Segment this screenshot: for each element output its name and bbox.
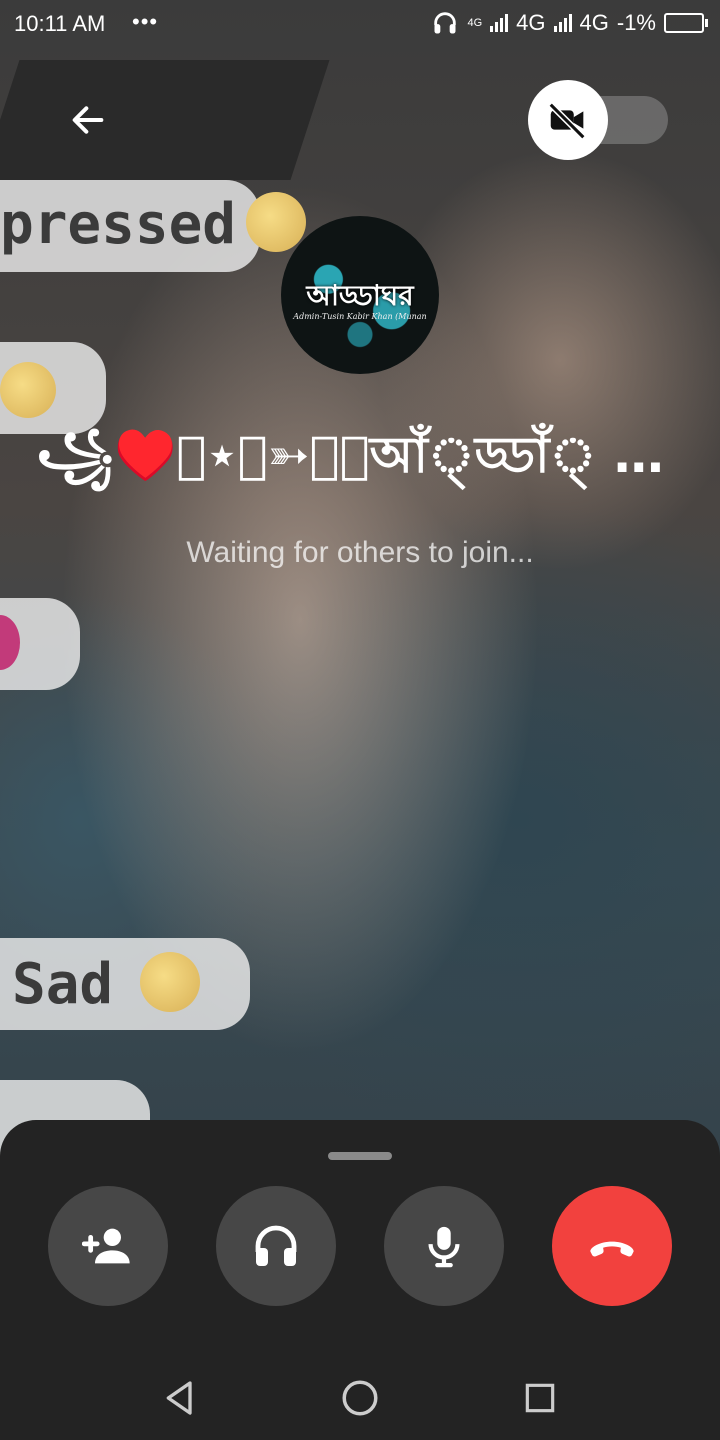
system-navigation-bar	[0, 1348, 720, 1440]
background-bubble-text: pressed	[0, 192, 237, 257]
nav-home-button[interactable]	[330, 1368, 390, 1428]
microphone-button[interactable]	[384, 1186, 504, 1306]
circle-home-icon	[342, 1380, 378, 1416]
network-type-2: 4G	[579, 10, 609, 35]
microphone-icon	[428, 1226, 460, 1268]
nav-back-button[interactable]	[150, 1368, 210, 1428]
audio-output-button[interactable]	[216, 1186, 336, 1306]
video-toggle[interactable]	[528, 80, 668, 160]
end-call-button[interactable]	[552, 1186, 672, 1306]
emoji-face-icon	[140, 952, 200, 1012]
signal-icon	[490, 14, 509, 32]
add-person-button[interactable]	[48, 1186, 168, 1306]
back-button[interactable]	[60, 92, 116, 148]
background-bubble-text: Sad	[12, 952, 114, 1017]
status-time: 10:11 AM	[14, 11, 106, 36]
signal-icon	[553, 14, 572, 32]
call-title: ꧁⁠♥️⁠⁠⁠⃝⋆⃟➳⃝⦁আঁ্ড্ডাঁ্ ঘঁ্রঁ্♥️⁠⃝⃟➳⃝…	[36, 426, 684, 484]
video-toggle-knob	[528, 80, 608, 160]
background-shape	[0, 60, 330, 180]
network-type-1: 4G	[516, 10, 546, 35]
square-recents-icon	[525, 1383, 555, 1413]
triangle-back-icon	[166, 1381, 192, 1415]
status-icons: 4G 4G 4G -1%	[431, 9, 708, 37]
volte-4g-label: 4G	[467, 17, 483, 29]
status-overflow-dots: •••	[132, 9, 159, 34]
group-avatar: আড্ডাঘর Admin-Tusin Kabir Khan (Munan	[281, 216, 439, 374]
headphones-icon	[255, 1225, 297, 1266]
headphones-status-icon	[434, 12, 457, 34]
video-off-icon	[548, 102, 586, 140]
battery-percent: -1%	[616, 10, 656, 35]
nav-recents-button[interactable]	[510, 1368, 570, 1428]
arrow-left-icon	[72, 106, 104, 134]
emoji-face-icon	[0, 362, 56, 418]
call-controls-sheet	[0, 1120, 720, 1440]
call-status: Waiting for others to join...	[186, 536, 534, 569]
call-end-icon	[590, 1241, 634, 1257]
battery-icon	[664, 13, 708, 33]
person-add-icon	[82, 1228, 130, 1264]
emoji-face-icon	[246, 192, 306, 252]
sheet-drag-handle[interactable]	[328, 1152, 392, 1160]
avatar-logo-subtext: Admin-Tusin Kabir Khan (Munan	[293, 312, 427, 321]
status-bar: 10:11 AM ••• 4G 4G 4G -1%	[0, 0, 720, 48]
